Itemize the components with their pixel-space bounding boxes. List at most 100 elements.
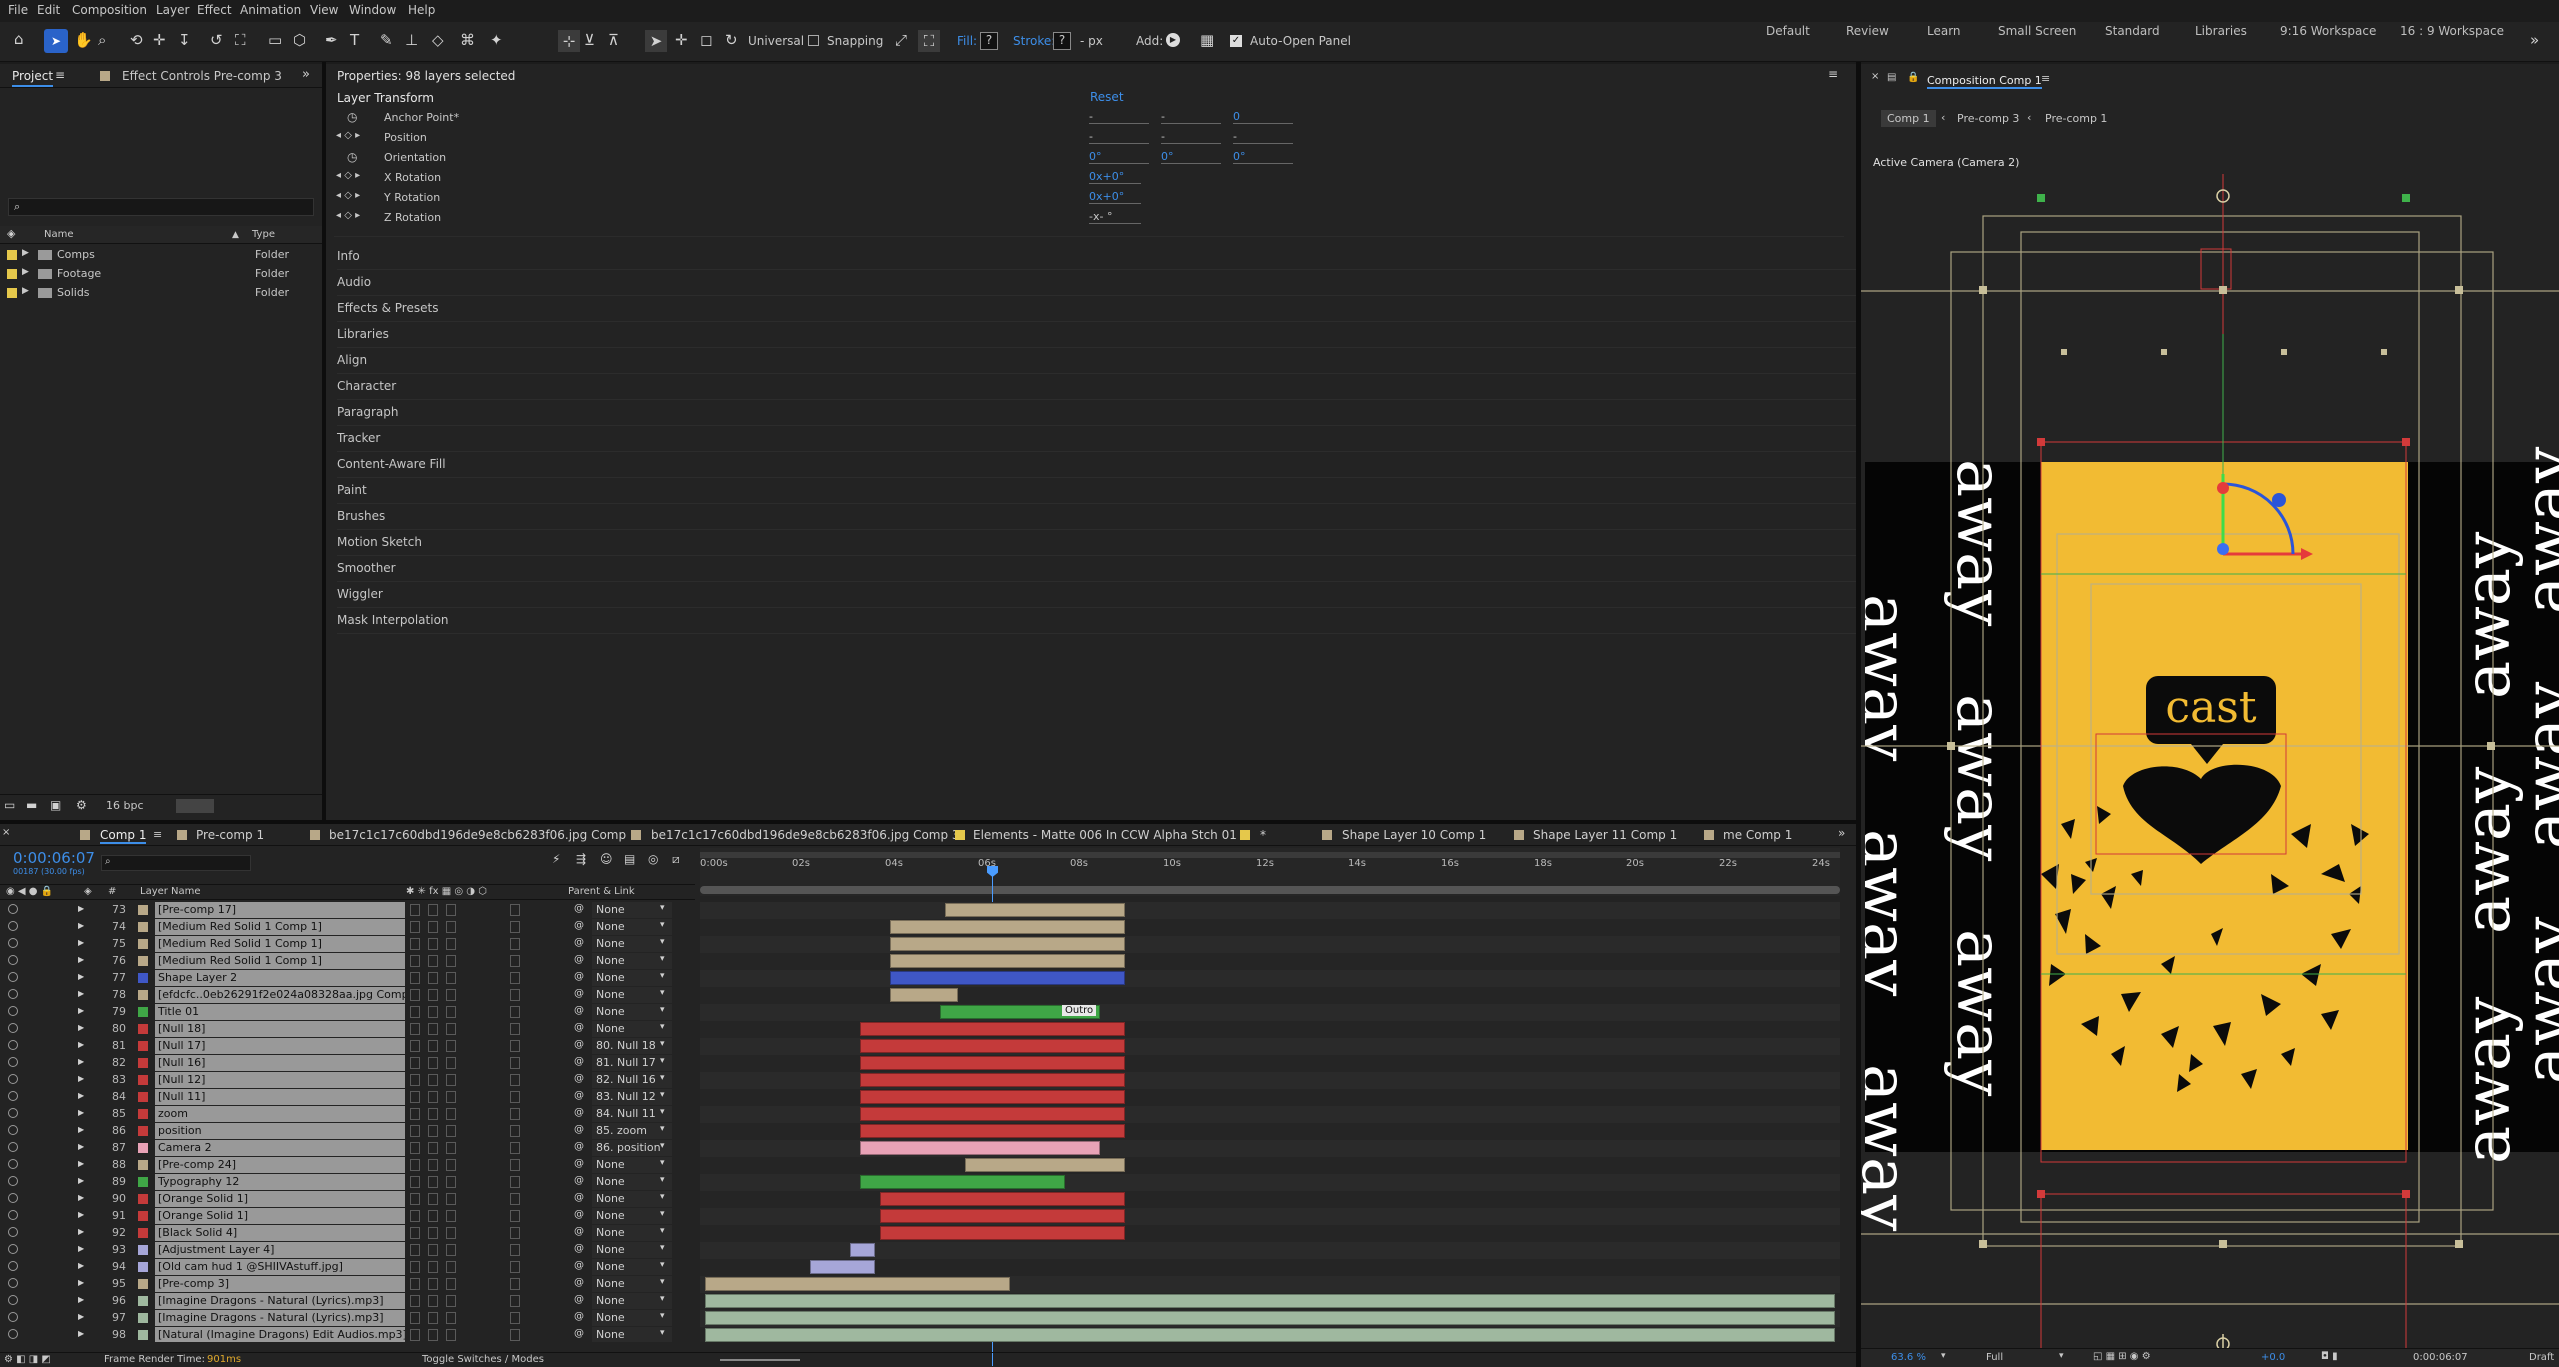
expand-arrow-icon[interactable]: ▶ (78, 972, 84, 981)
layer-name[interactable]: [efdcfc..0eb26291f2e024a08328aa.jpg Comp… (155, 987, 405, 1003)
layer-row[interactable]: ▶ 78 [efdcfc..0eb26291f2e024a08328aa.jpg C… (0, 987, 690, 1004)
stroke-label[interactable]: Stroke: (1013, 34, 1055, 48)
new-folder-icon[interactable]: ▬ (26, 799, 37, 811)
collapse-switch[interactable] (428, 955, 438, 967)
layer-name[interactable]: Camera 2 (155, 1140, 405, 1156)
layer-duration-bar[interactable] (860, 1039, 1125, 1053)
fx-switch[interactable] (446, 1295, 456, 1307)
label-color-swatch[interactable] (138, 1007, 148, 1017)
3d-switch[interactable] (510, 1261, 520, 1273)
fx-switch[interactable] (446, 1142, 456, 1154)
layer-duration-bar[interactable] (890, 954, 1125, 968)
layer-row[interactable]: ▶ 93 [Adjustment Layer 4] @ None ▾ (0, 1242, 690, 1259)
3d-switch[interactable] (510, 1057, 520, 1069)
layer-duration-bar[interactable] (890, 937, 1125, 951)
3d-switch[interactable] (510, 921, 520, 933)
visibility-eye-icon[interactable] (8, 1329, 18, 1339)
layer-name[interactable]: position (155, 1123, 405, 1139)
expand-arrow-icon[interactable]: ▶ (78, 1227, 84, 1236)
panel-wiggler[interactable]: Wiggler (337, 582, 1857, 608)
panel-character[interactable]: Character (337, 374, 1857, 400)
layer-row[interactable]: ▶ 97 [Imagine Dragons - Natural (Lyrics).m… (0, 1310, 690, 1327)
pickwhip-icon[interactable]: @ (574, 1311, 584, 1322)
chevron-down-icon[interactable]: ▾ (660, 1209, 665, 1219)
prop-value[interactable]: 0x+0° (1089, 170, 1141, 184)
layer-name[interactable]: [Medium Red Solid 1 Comp 1] (155, 919, 405, 935)
layer-row[interactable]: ▶ 95 [Pre-comp 3] @ None ▾ (0, 1276, 690, 1293)
expand-arrow-icon[interactable]: ▶ (78, 1108, 84, 1117)
project-menu-icon[interactable]: ≡ (55, 69, 65, 81)
select-3d-icon[interactable]: ➤ (645, 30, 667, 52)
rotate-3d-icon[interactable]: ↻ (725, 33, 738, 48)
bit-depth[interactable]: 16 bpc (106, 799, 144, 812)
tab-menu-icon[interactable]: ≡ (153, 828, 162, 841)
layer-duration-bar[interactable] (880, 1192, 1125, 1206)
pickwhip-icon[interactable]: @ (574, 1192, 584, 1203)
pickwhip-icon[interactable]: @ (574, 1056, 584, 1067)
3d-switch[interactable] (510, 1040, 520, 1052)
label-color-swatch[interactable] (138, 1211, 148, 1221)
shy-switch[interactable] (410, 1278, 420, 1290)
chevron-down-icon[interactable]: ▾ (660, 937, 665, 947)
prop-x-rotation[interactable]: ◂ ◇ ▸ X Rotation 0x+0° (336, 170, 1236, 188)
panel-paint[interactable]: Paint (337, 478, 1857, 504)
visibility-eye-icon[interactable] (8, 1142, 18, 1152)
breadcrumb-pre-comp-1[interactable]: Pre-comp 1 (2045, 112, 2107, 125)
chevron-down-icon[interactable]: ▾ (660, 1243, 665, 1253)
visibility-eye-icon[interactable] (8, 1295, 18, 1305)
label-color-swatch[interactable] (138, 1245, 148, 1255)
project-item-footage[interactable]: ▶ Footage Folder (0, 265, 322, 283)
collapse-switch[interactable] (428, 989, 438, 1001)
layer-duration-bar[interactable] (860, 1056, 1125, 1070)
new-comp-icon[interactable]: ▣ (50, 799, 61, 811)
col-layer-name[interactable]: Layer Name (140, 886, 201, 897)
layer-duration-bar[interactable] (705, 1328, 1835, 1342)
label-column-icon[interactable]: ◈ (7, 228, 15, 239)
collapse-switch[interactable] (428, 1329, 438, 1341)
menu-composition[interactable]: Composition (72, 3, 147, 17)
fx-switch[interactable] (446, 938, 456, 950)
panel-info[interactable]: Info (337, 244, 1857, 270)
chevron-down-icon[interactable]: ▾ (660, 1311, 665, 1321)
label-color-swatch[interactable] (138, 1160, 148, 1170)
tab-star[interactable]: * (1260, 828, 1266, 842)
layer-duration-bar[interactable] (880, 1209, 1125, 1223)
3d-switch[interactable] (510, 1312, 520, 1324)
workspace-libraries[interactable]: Libraries (2195, 24, 2247, 38)
shy-switch[interactable] (410, 1108, 420, 1120)
chevron-down-icon[interactable]: ▾ (660, 1039, 665, 1049)
panel-overflow-icon[interactable]: » (302, 68, 310, 81)
layer-duration-bar[interactable] (860, 1141, 1100, 1155)
layer-row[interactable]: ▶ 88 [Pre-comp 24] @ None ▾ (0, 1157, 690, 1174)
layer-search[interactable]: ⌕ (101, 855, 251, 871)
collapse-switch[interactable] (428, 1023, 438, 1035)
label-color-swatch[interactable] (138, 1262, 148, 1272)
panel-mask-interpolation[interactable]: Mask Interpolation (337, 608, 1857, 634)
layer-duration-bar[interactable] (860, 1107, 1125, 1121)
layer-duration-bar[interactable] (965, 1158, 1125, 1172)
shy-switch[interactable] (410, 904, 420, 916)
expand-arrow-icon[interactable]: ▶ (78, 1125, 84, 1134)
layer-duration-bar[interactable] (860, 1124, 1125, 1138)
snapping-checkbox[interactable] (808, 35, 819, 46)
menu-file[interactable]: File (8, 3, 28, 17)
layer-duration-bar[interactable] (880, 1226, 1125, 1240)
expand-arrow-icon[interactable]: ▶ (78, 938, 84, 947)
visibility-eye-icon[interactable] (8, 1006, 18, 1016)
fx-switch[interactable] (446, 1261, 456, 1273)
collapse-switch[interactable] (428, 1006, 438, 1018)
layer-duration-bar[interactable] (860, 1090, 1125, 1104)
shy-switch[interactable] (410, 1125, 420, 1137)
prop-value[interactable]: -x- ° (1089, 210, 1141, 224)
label-color-swatch[interactable] (138, 1075, 148, 1085)
expand-arrow-icon[interactable]: ▶ (22, 286, 29, 296)
prop-z-rotation[interactable]: ◂ ◇ ▸ Z Rotation -x- ° (336, 210, 1236, 228)
pickwhip-icon[interactable]: @ (574, 903, 584, 914)
panel-smoother[interactable]: Smoother (337, 556, 1857, 582)
tab-comp-1[interactable]: Comp 1 (100, 828, 147, 844)
fx-switch[interactable] (446, 989, 456, 1001)
prop-value-y[interactable]: - (1161, 130, 1221, 144)
properties-menu-icon[interactable]: ≡ (1828, 68, 1838, 80)
prop-value-x[interactable]: - (1089, 110, 1149, 124)
fill-label[interactable]: Fill: (957, 34, 977, 48)
